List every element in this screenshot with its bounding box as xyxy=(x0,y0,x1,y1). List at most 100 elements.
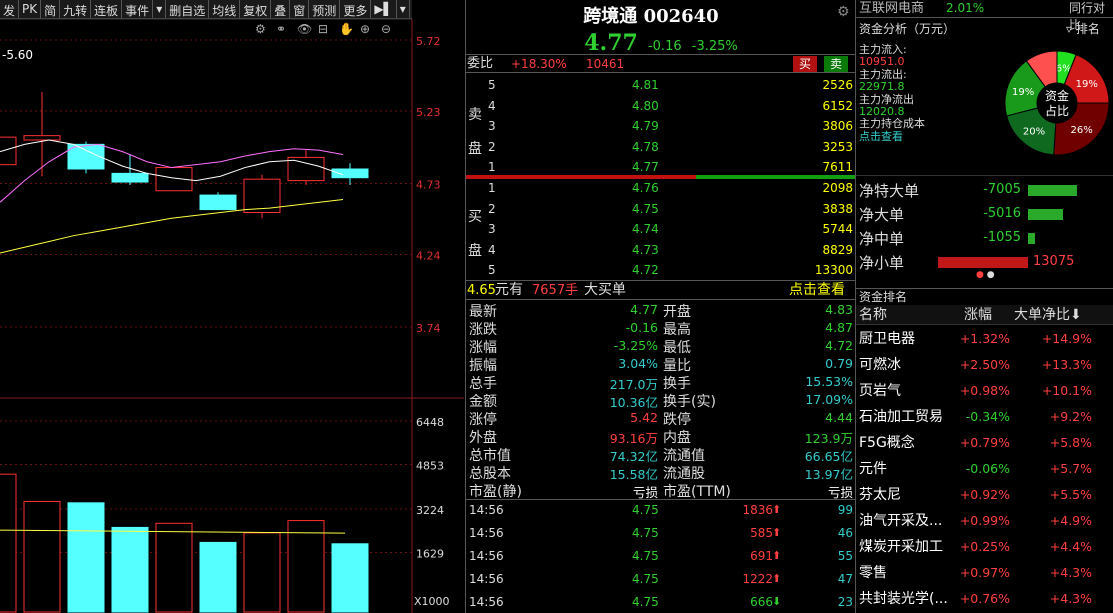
eye-icon[interactable]: 👁 xyxy=(297,22,312,36)
toolbar-item[interactable]: 九转 xyxy=(60,0,92,18)
rank-row[interactable]: 可燃冰 +2.50% +13.3% xyxy=(856,353,1113,379)
toolbar-item[interactable]: ▾ xyxy=(153,0,167,18)
sector-name[interactable]: 互联网电商 xyxy=(859,0,924,17)
netflow-divider xyxy=(856,175,1113,176)
stat-label: 总手 xyxy=(469,376,497,392)
book-level: 2 xyxy=(488,201,496,216)
cost-link[interactable]: 点击查看 xyxy=(859,130,925,143)
rank-name: F5G概念 xyxy=(859,435,915,451)
zoom-out-icon[interactable]: ⊖ xyxy=(381,22,391,36)
book-price[interactable]: 4.80 xyxy=(632,99,659,113)
sort-desc-icon[interactable]: 大单净比⬇ xyxy=(1014,305,1082,325)
toolbar-item[interactable]: 更多 xyxy=(340,0,372,18)
rank-bigorder: +4.4% xyxy=(1049,539,1092,554)
rank-row[interactable]: 油气开采及... +0.99% +4.9% xyxy=(856,509,1113,535)
book-price[interactable]: 4.77 xyxy=(632,160,659,174)
stat-value: 4.44 xyxy=(825,410,853,425)
volume-tick-label: 1629 xyxy=(416,548,444,561)
stat-value: 5.42 xyxy=(630,410,658,425)
link-icon[interactable]: ⚭ xyxy=(276,22,286,36)
stat-value: 10.36亿 xyxy=(609,395,658,410)
hand-icon[interactable]: ✋ xyxy=(339,22,354,36)
weibi-diff: 10461 xyxy=(586,57,625,71)
rank-row[interactable]: 零售 +0.97% +4.3% xyxy=(856,561,1113,587)
rank-pct: +0.97% xyxy=(959,565,1010,580)
tick-time: 14:56 xyxy=(469,503,504,517)
tick-volume: 1222 xyxy=(742,572,773,586)
toolbar-item[interactable]: 删自选 xyxy=(166,0,210,18)
rank-link[interactable]: ▿ 排名 xyxy=(1066,20,1100,37)
candle-body xyxy=(111,172,149,183)
price-tick-label: 5.72 xyxy=(416,35,441,48)
rank-pct: +2.50% xyxy=(959,357,1010,372)
rank-row[interactable]: 共封装光学(... +0.76% +4.3% xyxy=(856,587,1113,613)
toolbar-item[interactable]: 预测 xyxy=(309,0,341,18)
stat-label: 涨跌 xyxy=(469,322,497,338)
book-level: 2 xyxy=(488,139,496,154)
page-dots[interactable]: ● ● xyxy=(976,270,995,280)
fund-donut-chart: 6%19%26%20%19% 资金占比 xyxy=(1004,50,1110,156)
stat-label: 金额 xyxy=(469,394,497,410)
donut-label: 20% xyxy=(1023,127,1045,138)
rank-row[interactable]: F5G概念 +0.79% +5.8% xyxy=(856,431,1113,457)
book-price[interactable]: 4.81 xyxy=(632,78,659,92)
bigorder-row: 4.65 元有 7657手 大买单 点击查看 xyxy=(466,280,856,300)
netflow-label: 净小单 xyxy=(859,254,905,272)
toolbar-item[interactable]: 发 xyxy=(0,0,20,18)
toolbar-item[interactable]: 简 xyxy=(41,0,61,18)
buy-button[interactable]: 买 xyxy=(793,56,817,72)
rank-row[interactable]: 煤炭开采加工 +0.25% +4.4% xyxy=(856,535,1113,561)
rank-title-row: 资金排名 xyxy=(856,288,1113,304)
zoom-in-icon[interactable]: ⊕ xyxy=(360,22,370,36)
toolbar-item[interactable]: ▶▌ xyxy=(371,0,397,18)
book-volume: 3253 xyxy=(822,139,853,154)
rank-row[interactable]: 芬太尼 +0.92% +5.5% xyxy=(856,483,1113,509)
tick-time: 14:56 xyxy=(469,572,504,586)
book-level: 4 xyxy=(488,98,496,113)
rank-row[interactable]: 石油加工贸易 -0.34% +9.2% xyxy=(856,405,1113,431)
toolbar-item[interactable]: 均线 xyxy=(209,0,241,18)
kline-chart[interactable]: 5.72 5.23 4.73 4.24 3.74 ⚙ ⚭ 👁 ⊟ ✋ ⊕ ⊖ 6448 4853 3224 1… xyxy=(0,19,464,613)
chart-toolbar: 发 PK 简九转 连板 事件 ▾ 删自选 均线 复权叠窗预测 更多 ▶▌ ▾ xyxy=(0,0,412,19)
print-icon[interactable]: ⊟ xyxy=(318,22,328,36)
stat-value: 74.32亿 xyxy=(609,449,658,464)
rank-row[interactable]: 页岩气 +0.98% +10.1% xyxy=(856,379,1113,405)
toolbar-item[interactable]: 窗 xyxy=(290,0,310,18)
book-price[interactable]: 4.78 xyxy=(632,140,659,154)
stat-value: 217.0万 xyxy=(609,377,658,392)
arrow-up-icon: ⬆ xyxy=(772,572,782,585)
toolbar-item[interactable]: 连板 xyxy=(91,0,123,18)
rank-pct: +0.76% xyxy=(959,591,1010,606)
toolbar-item[interactable]: 事件 xyxy=(122,0,154,18)
tick-price: 4.75 xyxy=(632,549,659,563)
settings-icon[interactable]: ⚙ xyxy=(255,22,266,36)
book-price[interactable]: 4.79 xyxy=(632,119,659,133)
gear-icon[interactable]: ⚙ xyxy=(837,4,850,20)
tick-count: 99 xyxy=(837,503,853,517)
book-price[interactable]: 4.73 xyxy=(632,243,659,257)
rank-pct: +0.92% xyxy=(959,487,1010,502)
rank-name: 元件 xyxy=(859,461,887,477)
book-price[interactable]: 4.72 xyxy=(632,263,659,277)
stat-value: 15.53% xyxy=(805,374,853,389)
rank-row[interactable]: 元件 -0.06% +5.7% xyxy=(856,457,1113,483)
book-price[interactable]: 4.74 xyxy=(632,222,659,236)
bigorder-link[interactable]: 点击查看 xyxy=(789,281,845,300)
toolbar-item[interactable]: PK xyxy=(19,0,42,18)
sell-button[interactable]: 卖 xyxy=(824,56,848,72)
netflow-value: -5016 xyxy=(983,206,1021,221)
toolbar-item[interactable]: 复权 xyxy=(240,0,272,18)
rank-bigorder: +13.3% xyxy=(1041,357,1092,372)
price-line: 4.77 -0.16 -3.25% xyxy=(466,30,856,56)
volume-unit: X1000 xyxy=(414,595,450,608)
toolbar-item[interactable]: 叠 xyxy=(271,0,291,18)
book-price[interactable]: 4.75 xyxy=(632,202,659,216)
rank-name: 芬太尼 xyxy=(859,487,901,503)
rank-pct: +0.99% xyxy=(959,513,1010,528)
stat-label: 市盈(TTM) xyxy=(663,484,731,500)
book-level: 3 xyxy=(488,119,496,133)
toolbar-item[interactable]: ▾ xyxy=(397,0,410,18)
book-price[interactable]: 4.76 xyxy=(632,181,659,195)
rank-row[interactable]: 厨卫电器 +1.32% +14.9% xyxy=(856,327,1113,353)
rank-pct: +1.32% xyxy=(959,331,1010,346)
